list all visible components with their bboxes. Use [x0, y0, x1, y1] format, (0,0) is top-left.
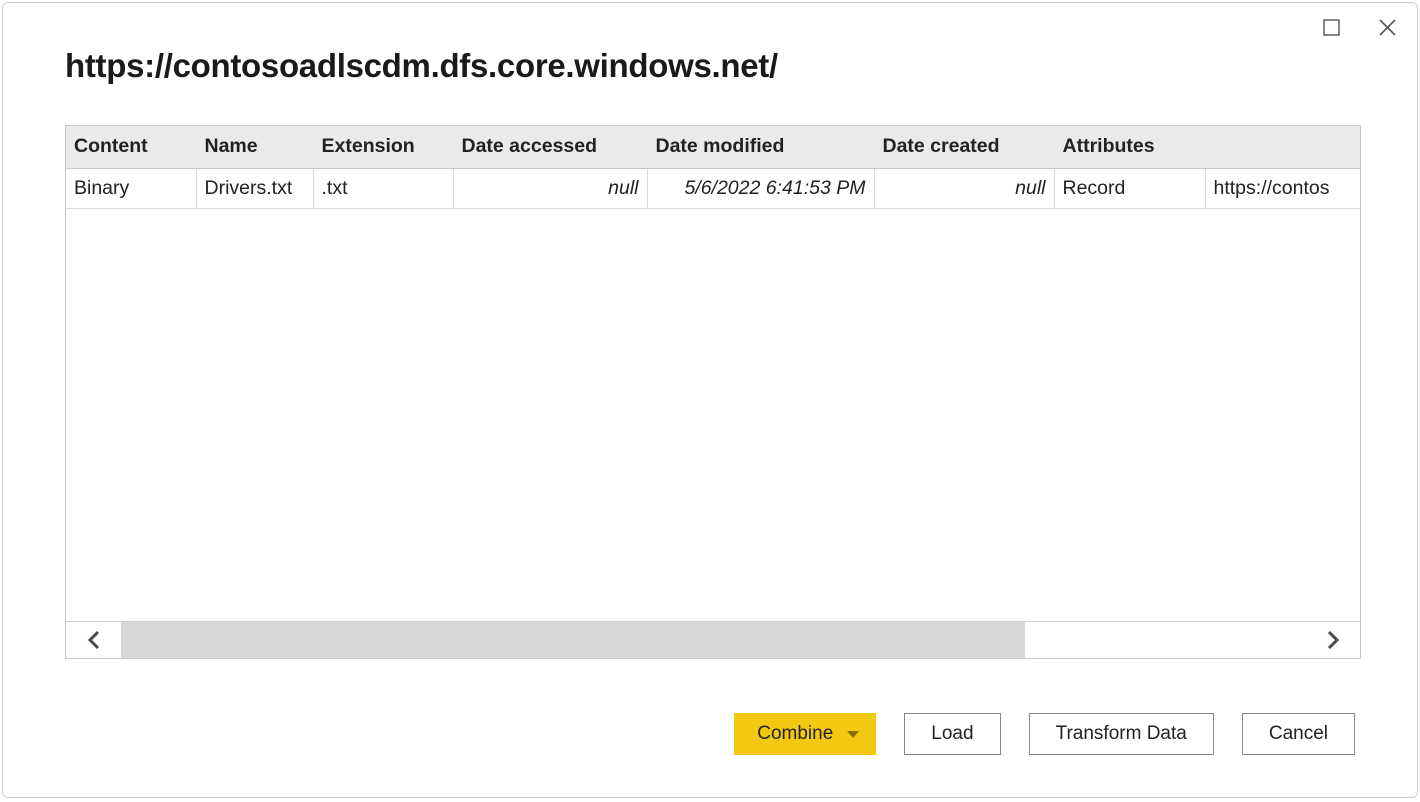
cell-date-accessed: null: [453, 169, 647, 209]
cell-content: Binary: [66, 169, 196, 209]
col-header-content[interactable]: Content: [66, 126, 196, 169]
maximize-icon[interactable]: [1321, 17, 1341, 37]
scroll-left-icon[interactable]: [66, 622, 121, 658]
cancel-button-label: Cancel: [1269, 723, 1328, 745]
data-table: Content Name Extension Date accessed Dat…: [66, 126, 1360, 209]
col-header-extension[interactable]: Extension: [313, 126, 453, 169]
combine-button-label: Combine: [757, 723, 833, 745]
chevron-down-icon: [847, 731, 859, 738]
cell-extension: .txt: [313, 169, 453, 209]
col-header-attributes[interactable]: Attributes: [1054, 126, 1205, 169]
close-icon[interactable]: [1377, 17, 1397, 37]
load-button-label: Load: [931, 723, 973, 745]
col-header-folderpath[interactable]: [1205, 126, 1360, 169]
cancel-button[interactable]: Cancel: [1242, 713, 1355, 755]
combine-button[interactable]: Combine: [734, 713, 876, 755]
cell-folderpath: https://contos: [1205, 169, 1360, 209]
cell-date-created: null: [874, 169, 1054, 209]
table-row[interactable]: Binary Drivers.txt .txt null 5/6/2022 6:…: [66, 169, 1360, 209]
cell-attributes: Record: [1054, 169, 1205, 209]
horizontal-scrollbar[interactable]: [66, 621, 1360, 658]
col-header-name[interactable]: Name: [196, 126, 313, 169]
scrollbar-track[interactable]: [121, 622, 1305, 658]
load-button[interactable]: Load: [904, 713, 1000, 755]
transform-data-button-label: Transform Data: [1056, 723, 1187, 745]
page-title: https://contosoadlscdm.dfs.core.windows.…: [65, 47, 1417, 85]
preview-grid: Content Name Extension Date accessed Dat…: [65, 125, 1361, 659]
navigator-dialog: https://contosoadlscdm.dfs.core.windows.…: [2, 2, 1418, 798]
col-header-modified[interactable]: Date modified: [647, 126, 874, 169]
transform-data-button[interactable]: Transform Data: [1029, 713, 1214, 755]
window-controls: [1321, 17, 1397, 37]
scrollbar-gap: [1025, 622, 1305, 658]
cell-date-modified: 5/6/2022 6:41:53 PM: [647, 169, 874, 209]
scroll-right-icon[interactable]: [1305, 622, 1360, 658]
col-header-accessed[interactable]: Date accessed: [453, 126, 647, 169]
table-header-row: Content Name Extension Date accessed Dat…: [66, 126, 1360, 169]
col-header-created[interactable]: Date created: [874, 126, 1054, 169]
cell-name: Drivers.txt: [196, 169, 313, 209]
dialog-footer: Combine Load Transform Data Cancel: [734, 713, 1355, 755]
